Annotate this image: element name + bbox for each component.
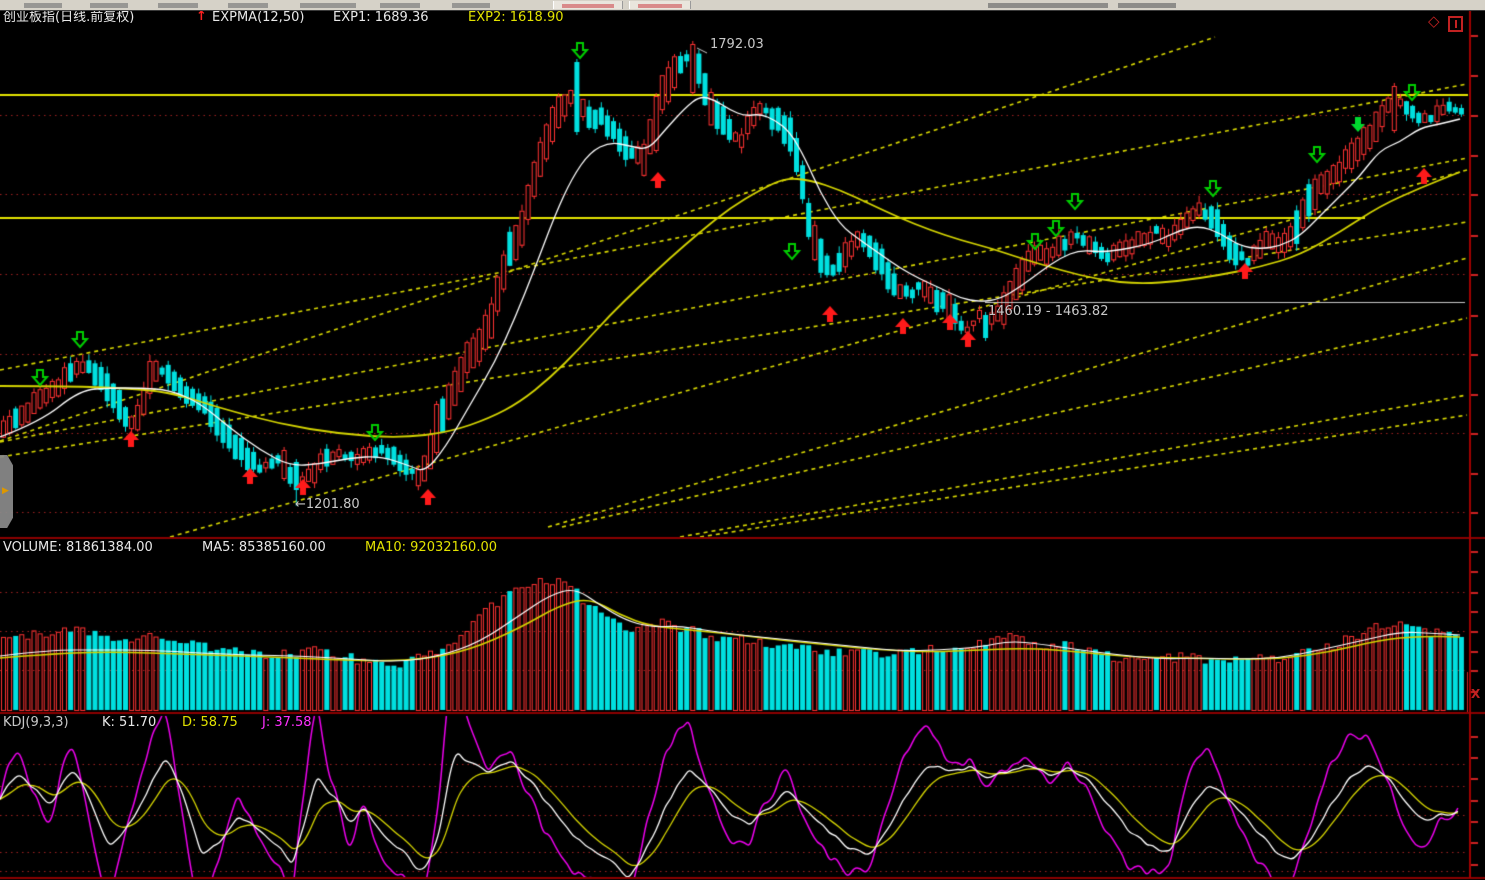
annotation-low-price: ←1201.80 <box>295 498 360 511</box>
kdj-k-value: K: 51.70 <box>102 716 156 729</box>
menu-item[interactable] <box>24 3 62 8</box>
volume-ma10-value: MA10: 92032160.00 <box>365 541 497 554</box>
exp1-value: EXP1: 1689.36 <box>333 11 429 24</box>
menu-item[interactable] <box>228 3 268 8</box>
menu-status-text <box>1118 3 1176 8</box>
panel-arrow-icon: ▶ <box>2 486 9 496</box>
symbol-title: 创业板指(日线.前复权) <box>3 11 134 24</box>
buy-signal-arrow-icon: ↑ <box>196 10 207 23</box>
chart-canvas[interactable] <box>0 0 1485 880</box>
sidebar-expand-handle[interactable]: ▶ <box>0 455 13 528</box>
stock-chart-window: { "header": { "symbol": "创业板指(日线.前复权)", … <box>0 0 1485 880</box>
volume-value: VOLUME: 81861384.00 <box>3 541 153 554</box>
exp2-value: EXP2: 1618.90 <box>468 11 564 24</box>
menu-status-text <box>988 3 1108 8</box>
diamond-icon[interactable]: ◇ <box>1428 14 1440 29</box>
annotation-peak-price: 1792.03 <box>710 38 764 51</box>
menu-button-red[interactable] <box>553 1 623 9</box>
menu-item[interactable] <box>300 3 356 8</box>
menu-item[interactable] <box>158 3 198 8</box>
indicator-label[interactable]: EXPMA(12,50) <box>212 11 304 24</box>
menubar[interactable] <box>0 0 1485 11</box>
kdj-indicator-label[interactable]: KDJ(9,3,3) <box>3 716 69 729</box>
kdj-j-value: J: 37.58 <box>262 716 312 729</box>
close-icon[interactable]: X <box>1471 687 1480 701</box>
menu-item[interactable] <box>90 3 128 8</box>
window-restore-icon[interactable] <box>1448 16 1463 32</box>
volume-ma5-value: MA5: 85385160.00 <box>202 541 326 554</box>
menu-item[interactable] <box>380 3 420 8</box>
kdj-d-value: D: 58.75 <box>182 716 238 729</box>
annotation-range-price: 1460.19 - 1463.82 <box>988 305 1108 318</box>
menu-item[interactable] <box>452 3 490 8</box>
menu-button-red[interactable] <box>629 1 691 9</box>
